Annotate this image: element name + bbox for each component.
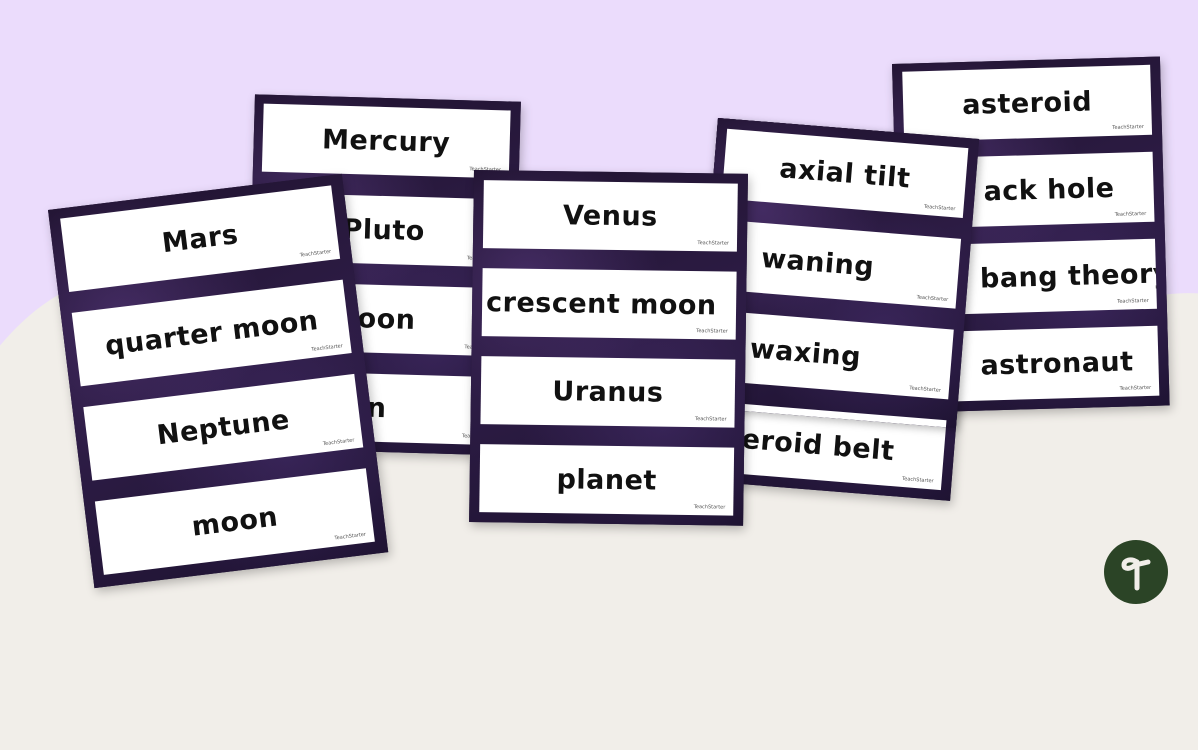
watermark: TeachStarter <box>1119 384 1152 392</box>
word-card-text: Neptune <box>155 403 292 451</box>
word-card[interactable]: planet TeachStarter <box>479 444 735 516</box>
watermark: TeachStarter <box>1112 123 1144 131</box>
word-card-text: Pluto <box>342 213 426 247</box>
word-card-text: bang theory <box>979 257 1157 295</box>
watermark: TeachStarter <box>1117 297 1149 305</box>
word-card[interactable]: Venus TeachStarter <box>482 180 738 252</box>
teach-starter-logo[interactable] <box>1104 540 1168 604</box>
word-card[interactable]: asteroid TeachStarter <box>902 64 1153 142</box>
word-card[interactable]: waning TeachStarter <box>714 219 962 309</box>
word-card-text: Venus <box>562 199 658 233</box>
watermark: TeachStarter <box>311 343 344 353</box>
word-card[interactable]: Neptune TeachStarter <box>83 373 364 481</box>
word-card[interactable]: crescent moon TeachStarter <box>481 268 737 340</box>
word-card-text: waxing <box>748 332 863 373</box>
watermark: TeachStarter <box>322 437 355 448</box>
word-card[interactable]: Uranus TeachStarter <box>480 356 736 428</box>
watermark: TeachStarter <box>299 248 332 259</box>
word-card[interactable]: quarter moon TeachStarter <box>71 279 352 387</box>
teach-starter-t-icon <box>1121 557 1151 591</box>
watermark: TeachStarter <box>909 385 942 394</box>
card-strip-1: Mars TeachStarter quarter moon TeachStar… <box>48 173 389 589</box>
word-card-text: Mars <box>160 218 240 259</box>
word-card-text: planet <box>556 463 658 497</box>
watermark: TeachStarter <box>694 416 727 423</box>
watermark: TeachStarter <box>1114 210 1147 218</box>
word-card[interactable]: Mars TeachStarter <box>60 185 341 293</box>
word-card-text: astronaut <box>980 345 1134 382</box>
watermark: TeachStarter <box>916 294 949 304</box>
word-card-text: asteroid <box>961 85 1093 121</box>
card-strip-3: Venus TeachStarter crescent moon TeachSt… <box>469 170 748 526</box>
word-card-text: axial tilt <box>778 152 912 195</box>
watermark: TeachStarter <box>334 531 367 542</box>
word-card-text: ack hole <box>983 172 1115 207</box>
word-card[interactable]: Mercury TeachStarter <box>261 103 511 179</box>
watermark: TeachStarter <box>697 240 730 247</box>
watermark: TeachStarter <box>696 328 728 335</box>
word-card-text: Mercury <box>321 123 451 159</box>
word-card-text: waning <box>760 242 876 283</box>
watermark: TeachStarter <box>693 504 726 511</box>
word-card-text: Uranus <box>552 375 664 409</box>
watermark: TeachStarter <box>901 475 934 485</box>
word-card-text: crescent moon <box>485 286 717 321</box>
watermark: TeachStarter <box>923 203 956 213</box>
word-card-text: moon <box>190 500 280 543</box>
word-card-text: quarter moon <box>103 304 321 362</box>
word-card[interactable]: axial tilt TeachStarter <box>721 128 969 218</box>
